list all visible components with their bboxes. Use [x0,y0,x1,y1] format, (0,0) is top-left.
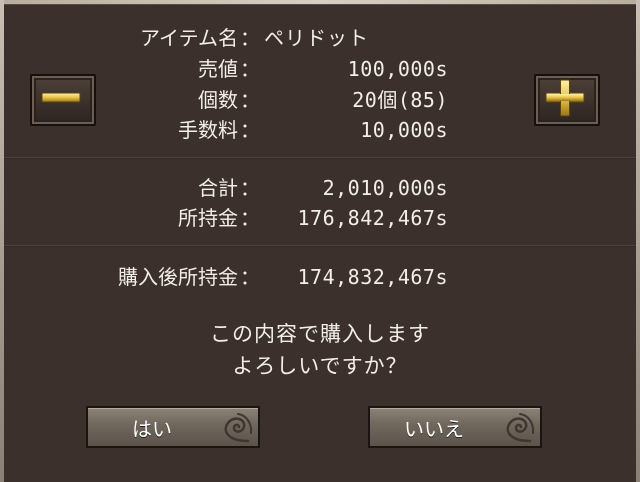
colon: ： [240,265,260,289]
after-purchase-row: 購入後所持金 ： 174,832,467s [0,263,640,291]
money-row: 所持金 ： 176,842,467s [0,204,640,232]
no-button[interactable]: いいえ [368,406,542,448]
confirm-message-line1: この内容で購入します [210,322,430,346]
item-name-row: アイテム名 ： ペリドット [0,24,640,52]
colon: ： [240,26,260,50]
colon: ： [240,176,260,200]
price-value: 100,000s [347,57,448,81]
quantity-label: 個数 [198,88,238,112]
after-purchase-value: 174,832,467s [297,265,448,289]
minus-icon [41,92,81,103]
confirm-message-line2: よろしいですか？ [232,354,408,378]
yes-button-label: はい [132,417,172,441]
total-value: 2,010,000s [322,176,448,200]
section-divider [4,245,636,247]
fee-value: 10,000s [360,118,448,142]
section-divider [4,157,636,159]
purchase-dialog-screen: アイテム名 ： ペリドット 売値 ： 100,000s 個数 ： 20個(85)… [0,0,640,482]
plus-icon [545,79,585,117]
fee-label: 手数料 [178,118,238,142]
colon: ： [240,206,260,230]
total-label: 合計 [198,176,238,200]
after-purchase-label: 購入後所持金 [118,265,238,289]
no-button-label: いいえ [404,417,464,441]
swirl-ornament-icon [506,413,535,443]
money-value: 176,842,467s [297,206,448,230]
quantity-value: 20個(85) [352,88,448,112]
colon: ： [240,88,260,112]
total-row: 合計 ： 2,010,000s [0,174,640,202]
colon: ： [240,118,260,142]
item-name-label: アイテム名 [140,26,238,50]
price-label: 売値 [198,57,238,81]
money-label: 所持金 [178,206,238,230]
colon: ： [240,57,260,81]
swirl-ornament-icon [224,413,253,443]
yes-button[interactable]: はい [86,406,260,448]
item-name-value: ペリドット [264,26,369,50]
decrease-quantity-button[interactable] [30,74,96,126]
increase-quantity-button[interactable] [534,74,600,126]
